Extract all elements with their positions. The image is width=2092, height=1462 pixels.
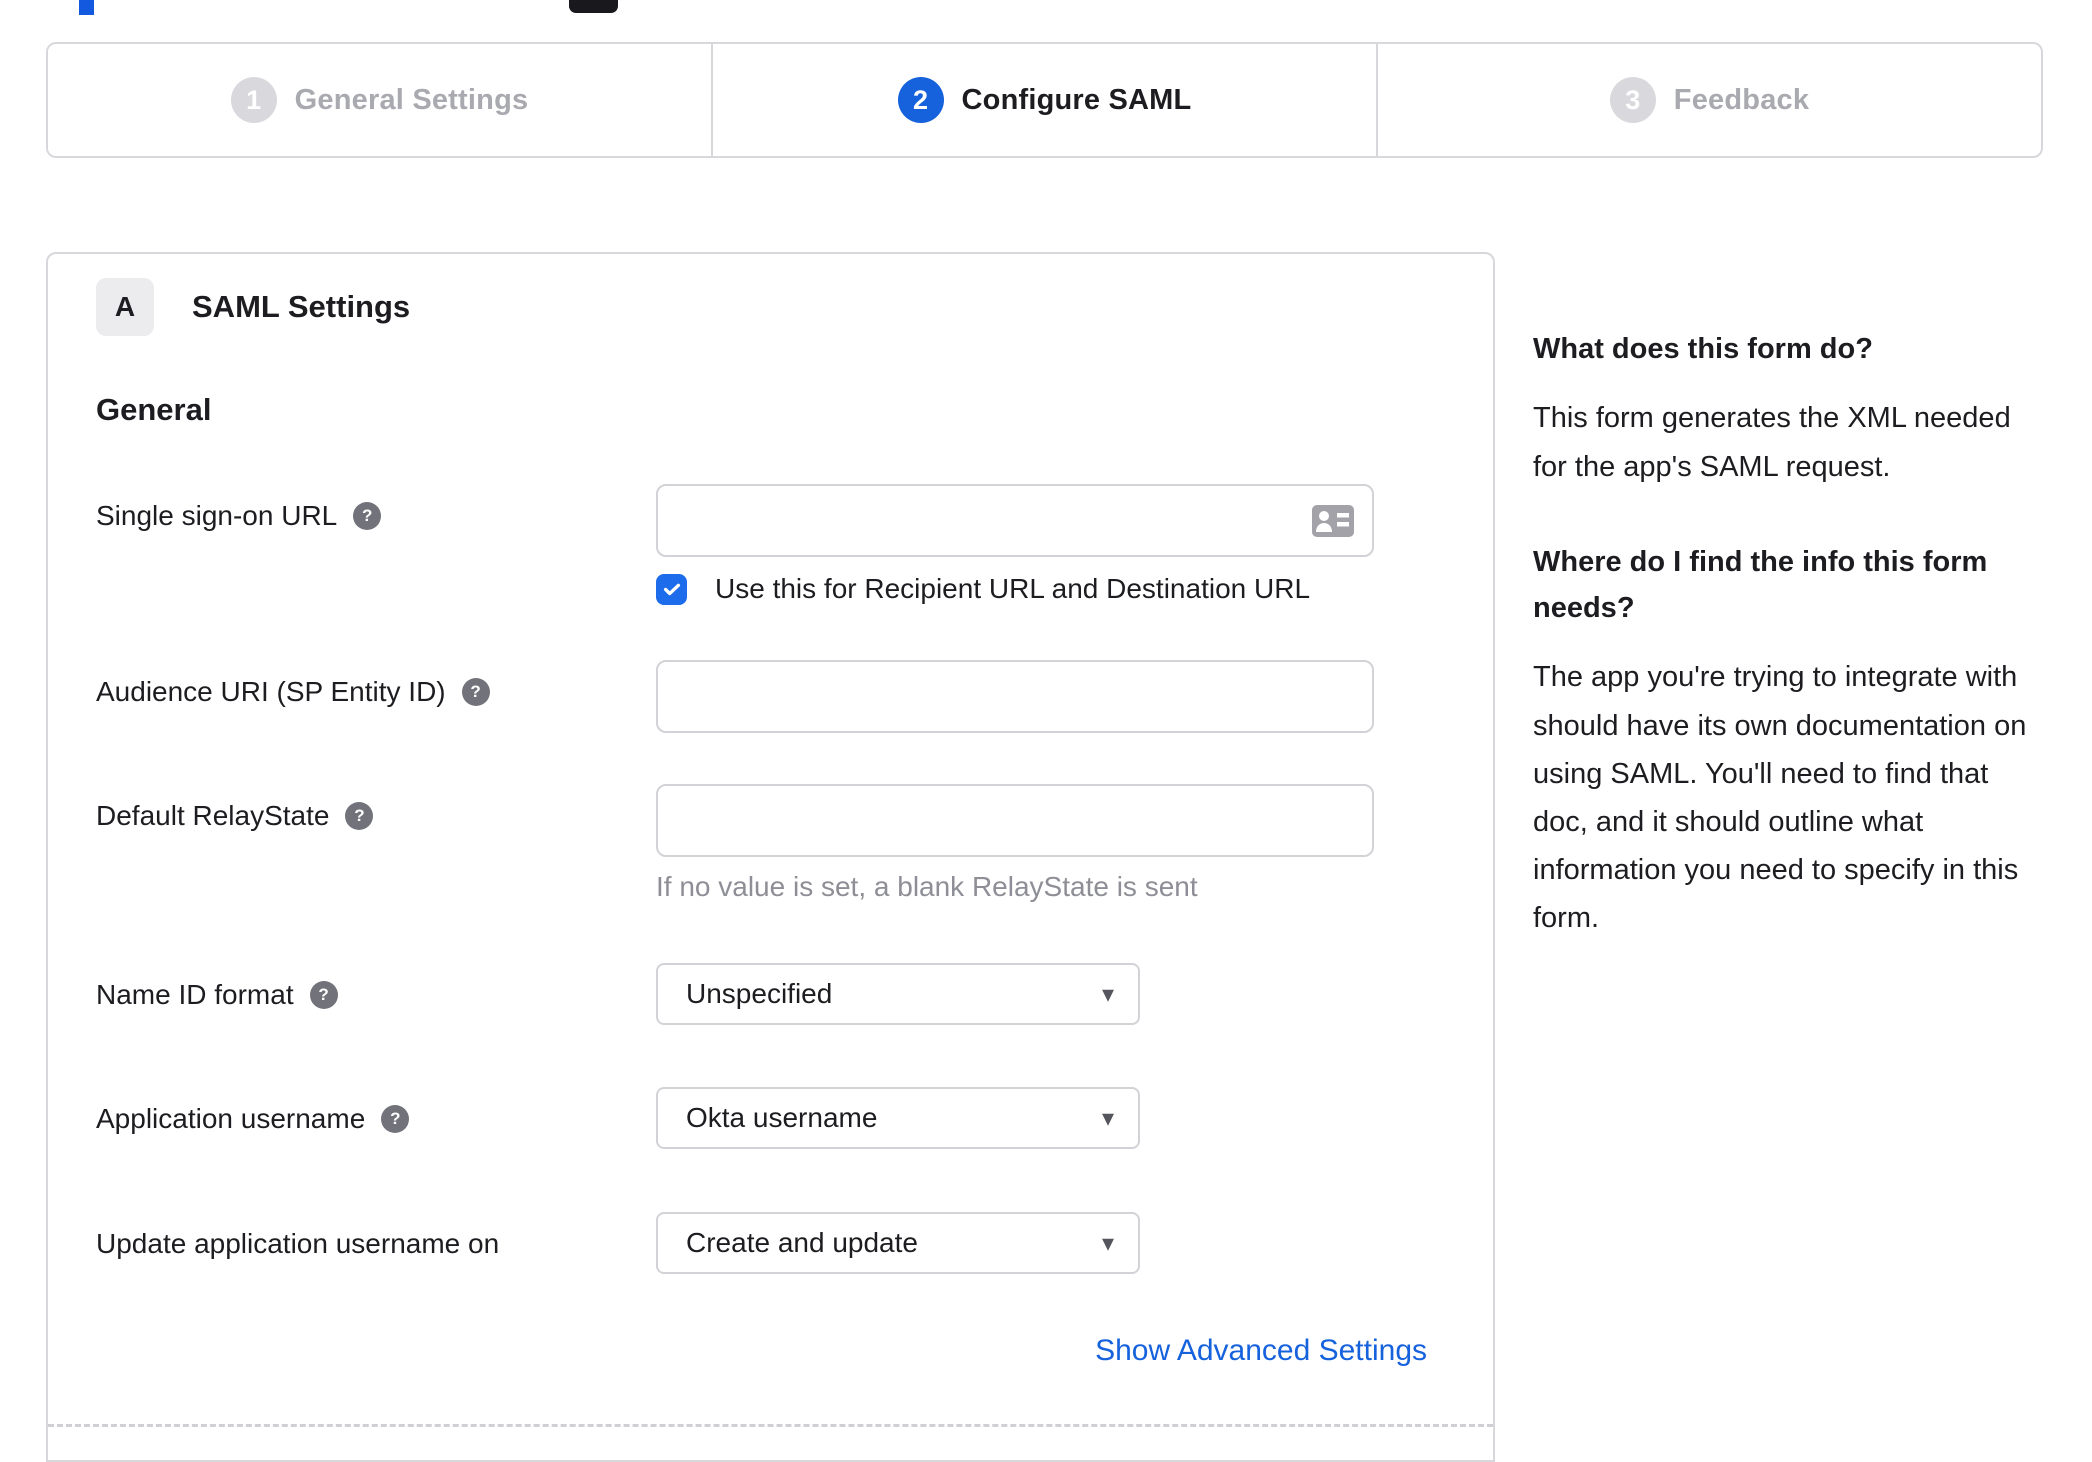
step-label: General Settings (294, 83, 529, 116)
default-relaystate-input[interactable] (656, 784, 1374, 857)
sso-url-label: Single sign-on URL (96, 500, 338, 531)
section-a-badge: A (96, 278, 154, 336)
step-label: Configure SAML (961, 83, 1192, 116)
cutoff-black-element (569, 0, 618, 13)
recipient-url-checkbox[interactable] (656, 573, 687, 605)
update-username-label: Update application username on (96, 1228, 500, 1259)
sidebar-body-where: The app you're trying to integrate with … (1533, 661, 2027, 935)
step-number-badge: 3 (1609, 77, 1656, 123)
update-username-value: Create and update (686, 1227, 918, 1258)
step-configure-saml[interactable]: 2 Configure SAML (711, 44, 1376, 156)
default-relaystate-label: Default RelayState (96, 800, 330, 831)
name-id-format-help-icon[interactable]: ? (309, 981, 338, 1009)
audience-uri-label: Audience URI (SP Entity ID) (96, 676, 446, 707)
application-username-label: Application username (96, 1103, 366, 1134)
step-number-badge: 1 (230, 77, 277, 123)
sso-url-input[interactable] (656, 484, 1374, 557)
contact-card-icon[interactable] (1312, 504, 1354, 537)
name-id-format-label: Name ID format (96, 979, 294, 1010)
saml-settings-card: A SAML Settings General Single sign-on U… (46, 252, 1495, 1462)
name-id-format-value: Unspecified (686, 978, 833, 1009)
update-username-select[interactable]: Create and update ▾ (656, 1212, 1140, 1274)
application-username-select[interactable]: Okta username ▾ (656, 1087, 1140, 1149)
audience-uri-help-icon[interactable]: ? (461, 678, 490, 706)
help-sidebar: What does this form do? This form genera… (1533, 326, 2038, 990)
step-general-settings[interactable]: 1 General Settings (48, 44, 711, 156)
application-username-value: Okta username (686, 1102, 878, 1133)
chevron-down-icon: ▾ (1101, 980, 1114, 1008)
audience-uri-input[interactable] (656, 660, 1374, 733)
card-title: SAML Settings (192, 289, 411, 324)
recipient-url-checkbox-label: Use this for Recipient URL and Destinati… (715, 573, 1311, 604)
chevron-down-icon: ▾ (1101, 1104, 1114, 1132)
cutoff-blue-element (79, 0, 94, 15)
wizard-stepper: 1 General Settings 2 Configure SAML 3 Fe… (46, 42, 2043, 158)
step-feedback[interactable]: 3 Feedback (1376, 44, 2041, 156)
general-section-title: General (96, 392, 212, 427)
step-label: Feedback (1673, 83, 1810, 116)
chevron-down-icon: ▾ (1101, 1229, 1114, 1257)
relaystate-helper-text: If no value is set, a blank RelayState i… (656, 871, 1198, 902)
sidebar-body-what: This form generates the XML needed for t… (1533, 402, 2011, 483)
sso-url-help-icon[interactable]: ? (353, 502, 382, 530)
step-number-badge: 2 (897, 77, 944, 123)
application-username-help-icon[interactable]: ? (381, 1105, 410, 1133)
name-id-format-select[interactable]: Unspecified ▾ (656, 963, 1140, 1025)
default-relaystate-help-icon[interactable]: ? (345, 802, 374, 830)
sidebar-heading-what: What does this form do? (1533, 333, 1873, 365)
sidebar-heading-where: Where do I find the info this form needs… (1533, 545, 1988, 625)
show-advanced-settings-link[interactable]: Show Advanced Settings (1095, 1334, 1427, 1368)
